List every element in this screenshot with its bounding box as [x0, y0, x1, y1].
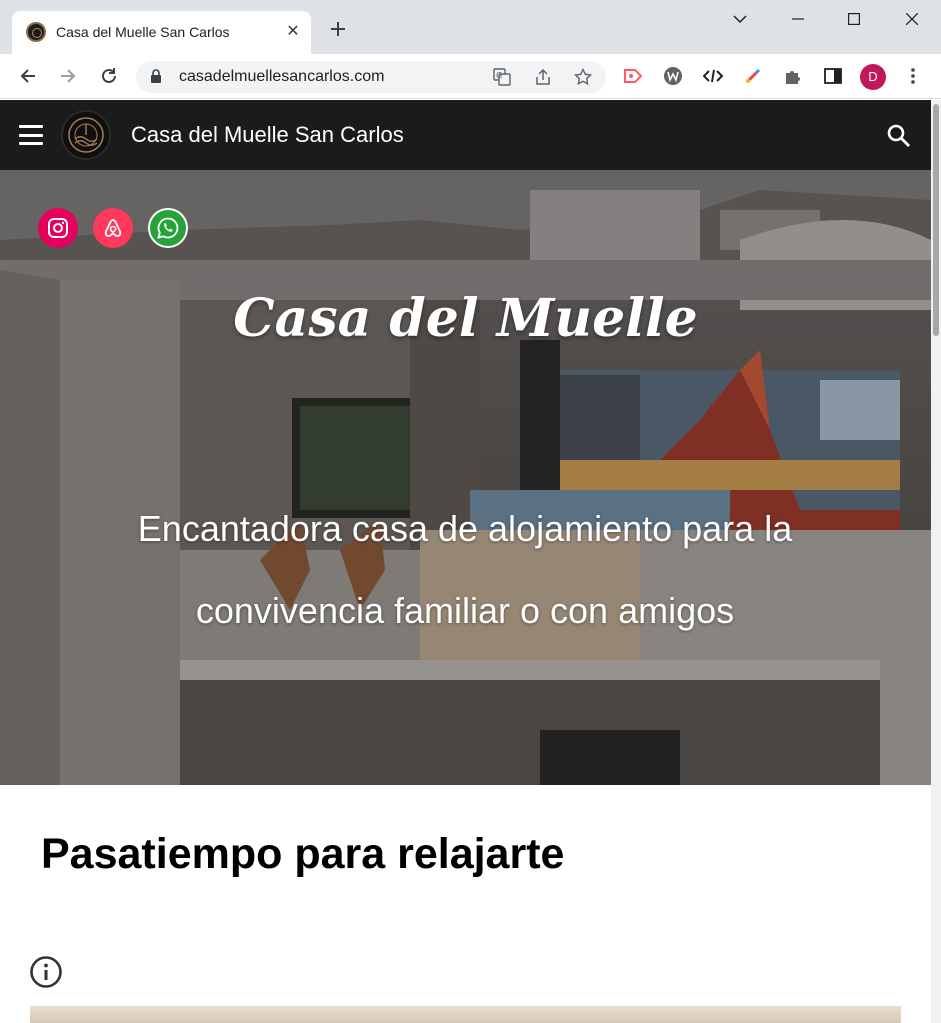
close-window-button[interactable] — [894, 6, 930, 32]
arrow-left-icon — [20, 69, 35, 83]
browser-tabstrip: Casa del Muelle San Carlos ✕ — [0, 0, 941, 54]
back-button[interactable] — [16, 64, 40, 88]
hero-tagline: Encantadora casa de alojamiento para la … — [137, 508, 793, 631]
minimize-icon — [792, 18, 804, 20]
gallery-image — [30, 1006, 901, 1023]
whatsapp-icon — [157, 217, 179, 239]
tab-search-button[interactable] — [722, 6, 758, 32]
lock-icon[interactable] — [150, 69, 162, 89]
extension-w-icon[interactable] — [661, 64, 685, 88]
profile-avatar[interactable]: D — [860, 64, 886, 90]
site-header: Casa del Muelle San Carlos — [0, 100, 931, 170]
site-logo[interactable] — [61, 110, 111, 160]
side-panel-icon[interactable] — [821, 64, 845, 88]
minimize-button[interactable] — [780, 6, 816, 32]
scrollbar-thumb[interactable] — [933, 104, 939, 336]
svg-text:G: G — [496, 71, 502, 80]
hero-brand-title: Casa del Muelle — [233, 288, 698, 349]
maximize-button[interactable] — [836, 6, 872, 32]
close-tab-icon[interactable]: ✕ — [283, 22, 303, 42]
whatsapp-link[interactable] — [148, 208, 188, 248]
share-icon[interactable] — [533, 67, 553, 87]
extension-code-icon[interactable] — [701, 64, 725, 88]
chrome-menu-icon[interactable] — [901, 64, 925, 88]
page-scrollbar[interactable] — [931, 100, 941, 1023]
arrow-right-icon — [61, 69, 76, 83]
site-title[interactable]: Casa del Muelle San Carlos — [131, 122, 404, 148]
extension-color-picker-icon[interactable] — [741, 64, 765, 88]
plus-icon — [331, 22, 345, 36]
logo-emblem-icon — [68, 117, 104, 153]
forward-button[interactable] — [56, 64, 80, 88]
url-text[interactable]: casadelmuellesancarlos.com — [179, 68, 384, 86]
instagram-icon — [48, 218, 68, 238]
browser-tab[interactable]: Casa del Muelle San Carlos ✕ — [12, 11, 311, 54]
airbnb-icon — [104, 219, 122, 237]
translate-icon[interactable]: G — [492, 67, 512, 87]
section-title: Pasatiempo para relajarte — [41, 830, 565, 878]
close-icon — [906, 13, 918, 25]
hero-background-image — [0, 170, 931, 785]
page-viewport: Casa del Muelle San Carlos Casa del Muel… — [0, 100, 931, 1023]
chevron-down-icon — [733, 15, 747, 24]
hamburger-menu-icon[interactable] — [19, 125, 43, 145]
extension-record-icon[interactable] — [621, 64, 645, 88]
bookmark-star-icon[interactable] — [573, 67, 593, 87]
tab-title: Casa del Muelle San Carlos — [56, 24, 230, 40]
airbnb-link[interactable] — [93, 208, 133, 248]
address-bar[interactable]: casadelmuellesancarlos.com G — [136, 61, 606, 93]
extensions-puzzle-icon[interactable] — [781, 64, 805, 88]
browser-toolbar: casadelmuellesancarlos.com G D — [0, 54, 941, 99]
info-icon[interactable] — [29, 955, 63, 989]
instagram-link[interactable] — [38, 208, 78, 248]
hero-banner: Casa del Muelle Encantadora casa de aloj… — [0, 170, 931, 785]
site-favicon-icon — [26, 22, 46, 42]
search-icon[interactable] — [886, 123, 912, 149]
new-tab-button[interactable] — [326, 19, 350, 43]
reload-icon — [102, 68, 116, 83]
maximize-icon — [848, 13, 860, 25]
reload-button[interactable] — [97, 64, 121, 88]
